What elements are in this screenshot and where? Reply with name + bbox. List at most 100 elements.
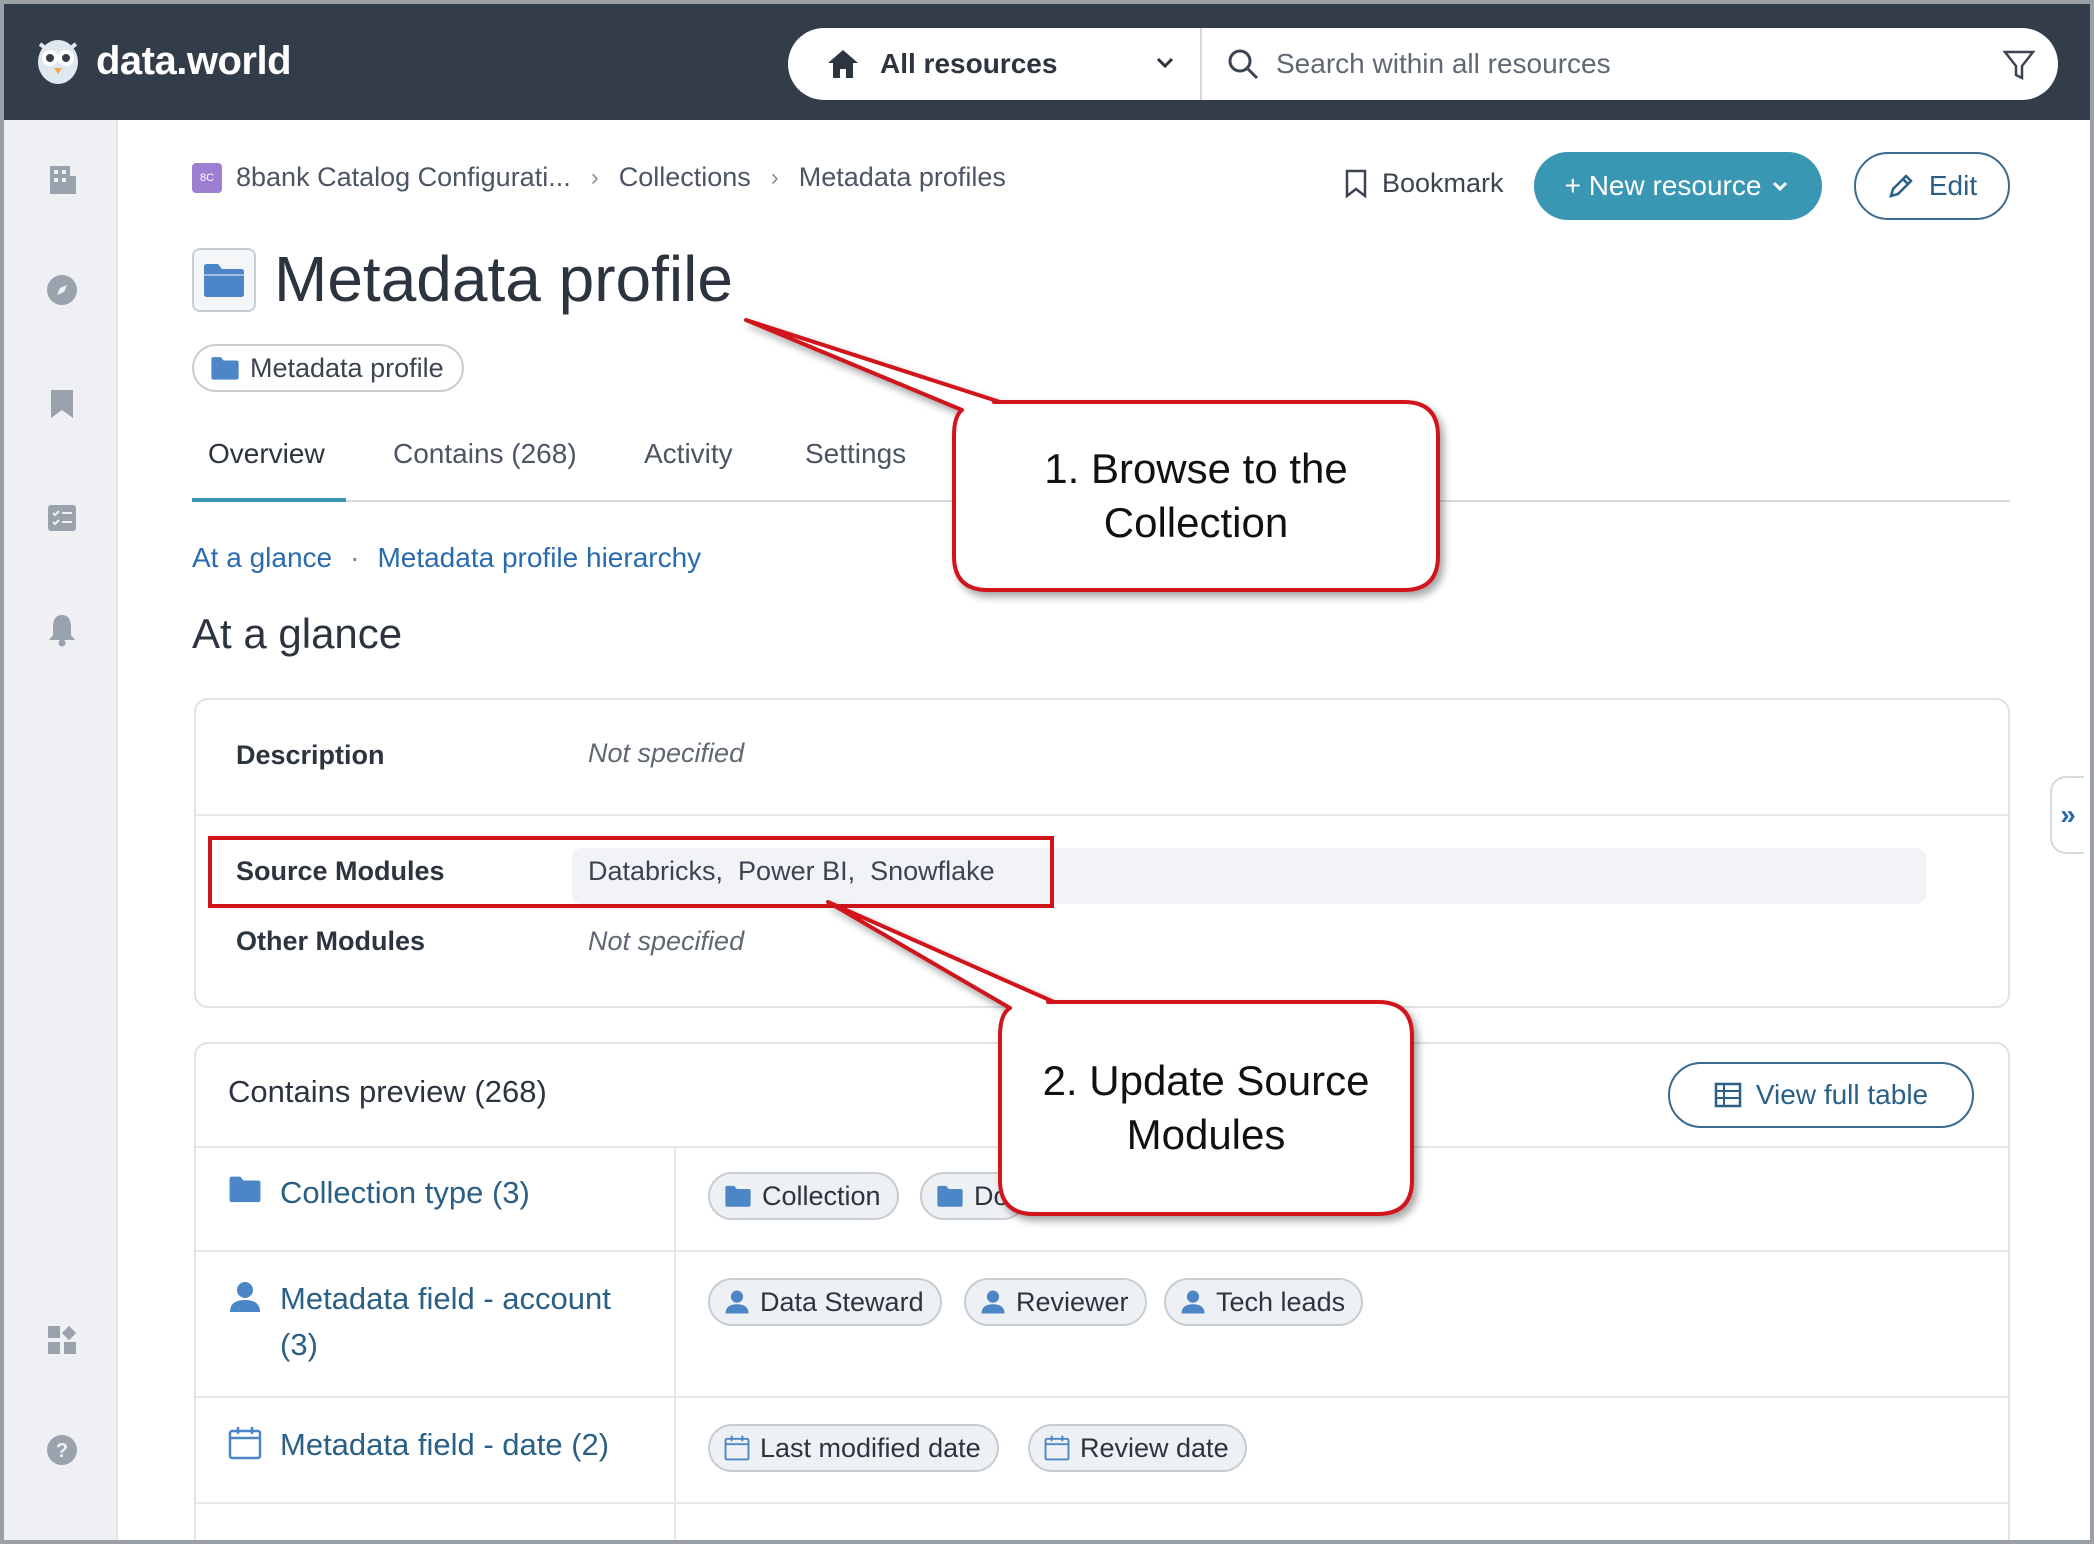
breadcrumb-metadata-profiles[interactable]: Metadata profiles (799, 162, 1006, 193)
tasks-icon[interactable] (44, 500, 80, 536)
filter-icon[interactable] (2002, 48, 2036, 82)
group-label-line2: (3) (280, 1327, 318, 1362)
organization-icon[interactable] (44, 162, 80, 198)
chip-label: Collection (762, 1180, 881, 1211)
group-label-line1: Metadata field - account (280, 1281, 611, 1316)
section-link-at-a-glance[interactable]: At a glance (192, 542, 332, 574)
search-field (1202, 28, 2058, 100)
breadcrumb-catalog[interactable]: 8bank Catalog Configurati... (236, 162, 571, 193)
chip-label: Last modified date (760, 1432, 981, 1463)
contains-preview-title: Contains preview (268) (228, 1074, 547, 1109)
source-modules-key: Source Modules (236, 856, 445, 886)
new-resource-label: + New resource (1564, 170, 1762, 201)
chevron-right-icon: › (590, 163, 599, 191)
top-bar: data.world All resources (4, 4, 2090, 120)
folder-icon (229, 1176, 261, 1203)
view-full-table-button[interactable]: View full table (1668, 1062, 1974, 1128)
help-icon[interactable]: ? (44, 1432, 80, 1468)
chip-collection[interactable]: Collection (708, 1172, 899, 1220)
chevron-down-icon (1773, 181, 1788, 192)
group-metadata-field-date[interactable]: Metadata field - date (2) (228, 1422, 609, 1468)
page-title: Metadata profile (274, 243, 733, 315)
callout-1-text: 1. Browse to the Collection (964, 442, 1428, 550)
expand-panel-icon[interactable]: » (2050, 776, 2084, 854)
breadcrumb-collections[interactable]: Collections (619, 162, 751, 193)
person-icon (981, 1290, 1005, 1314)
group-collection-type[interactable]: Collection type (3) (228, 1170, 530, 1216)
group-label: Collection type (3) (280, 1175, 530, 1210)
folder-icon (211, 357, 239, 380)
chip-tech-leads[interactable]: Tech leads (1164, 1278, 1364, 1326)
other-modules-value[interactable]: Not specified (588, 926, 744, 957)
section-nav: At a glance · Metadata profile hierarchy (192, 542, 701, 574)
bookmark-outline-icon (1345, 169, 1367, 199)
group-label: Metadata field - date (2) (280, 1427, 610, 1462)
source-modules-value[interactable]: Databricks, Power BI, Snowflake (588, 856, 995, 887)
tab-contains[interactable]: Contains (268) (393, 438, 577, 500)
resource-type-chip[interactable]: Metadata profile (192, 344, 464, 392)
search-input[interactable] (1276, 48, 1976, 80)
divider (196, 1502, 2008, 1504)
logo[interactable]: data.world (36, 36, 292, 86)
search-icon (1228, 49, 1259, 80)
resource-scope-select[interactable]: All resources (788, 28, 1202, 100)
callout-2-text: 2. Update Source Modules (1008, 1054, 1404, 1162)
person-icon (230, 1282, 260, 1312)
folder-icon (725, 1185, 751, 1207)
view-full-table-label: View full table (1755, 1079, 1929, 1110)
calendar-icon (228, 1427, 262, 1460)
tab-settings[interactable]: Settings (805, 438, 906, 500)
chip-reviewer[interactable]: Reviewer (964, 1278, 1147, 1326)
bookmark-button[interactable]: Bookmark (1344, 168, 1504, 199)
person-icon (1181, 1290, 1205, 1314)
chip-label: Review date (1080, 1432, 1229, 1463)
catalog-badge: 8C (192, 162, 222, 193)
folder-icon (937, 1185, 963, 1207)
chip-partial[interactable]: Do (920, 1172, 1027, 1220)
bell-icon[interactable] (44, 612, 80, 648)
bookmark-label: Bookmark (1382, 168, 1504, 198)
description-value[interactable]: Not specified (588, 738, 744, 769)
global-search: All resources (788, 28, 2058, 100)
calendar-icon (1044, 1435, 1070, 1461)
section-link-hierarchy[interactable]: Metadata profile hierarchy (377, 542, 701, 574)
callout-1-line2: Collection (1103, 499, 1289, 546)
separator-dot: · (350, 542, 360, 573)
callout-2-line1: 2. Update Source (1042, 1057, 1370, 1104)
chip-label: Do (974, 1180, 1009, 1211)
bookmark-icon[interactable] (44, 386, 80, 422)
divider (674, 1148, 676, 1540)
home-icon (828, 50, 858, 78)
tab-overview[interactable]: Overview (208, 438, 325, 500)
chip-review-date[interactable]: Review date (1028, 1424, 1247, 1472)
table-icon (1714, 1082, 1742, 1108)
chip-label: Reviewer (1016, 1286, 1129, 1317)
owl-logo-icon (38, 40, 78, 84)
calendar-icon (724, 1435, 750, 1461)
person-icon (725, 1290, 749, 1314)
edit-button[interactable]: Edit (1854, 152, 2010, 220)
chip-last-modified-date[interactable]: Last modified date (708, 1424, 999, 1472)
breadcrumb: 8C 8bank Catalog Configurati... › Collec… (192, 162, 1006, 193)
resource-type-label: Metadata profile (250, 352, 444, 383)
tab-activity[interactable]: Activity (644, 438, 733, 500)
description-key: Description (236, 740, 385, 770)
left-rail: ? (4, 120, 118, 1540)
active-tab-indicator (192, 498, 346, 502)
divider (196, 814, 2008, 816)
app-window: data.world All resources Search within a… (0, 0, 2094, 1544)
compass-icon[interactable] (44, 272, 80, 308)
edit-label: Edit (1928, 170, 1978, 201)
group-metadata-field-account[interactable]: Metadata field - account (3) (228, 1276, 611, 1368)
chip-data-steward[interactable]: Data Steward (708, 1278, 942, 1326)
chip-label: Data Steward (760, 1286, 924, 1317)
apps-icon[interactable] (44, 1322, 80, 1358)
svg-text:?: ? (56, 1440, 68, 1462)
divider (196, 1250, 2008, 1252)
other-modules-key: Other Modules (236, 926, 426, 956)
resource-scope-label: All resources (880, 48, 1058, 79)
new-resource-button[interactable]: + New resource (1534, 152, 1822, 220)
at-a-glance-card: Description Not specified Source Modules… (194, 698, 2010, 1008)
folder-icon (192, 248, 256, 312)
chevron-right-icon: › (770, 163, 779, 191)
